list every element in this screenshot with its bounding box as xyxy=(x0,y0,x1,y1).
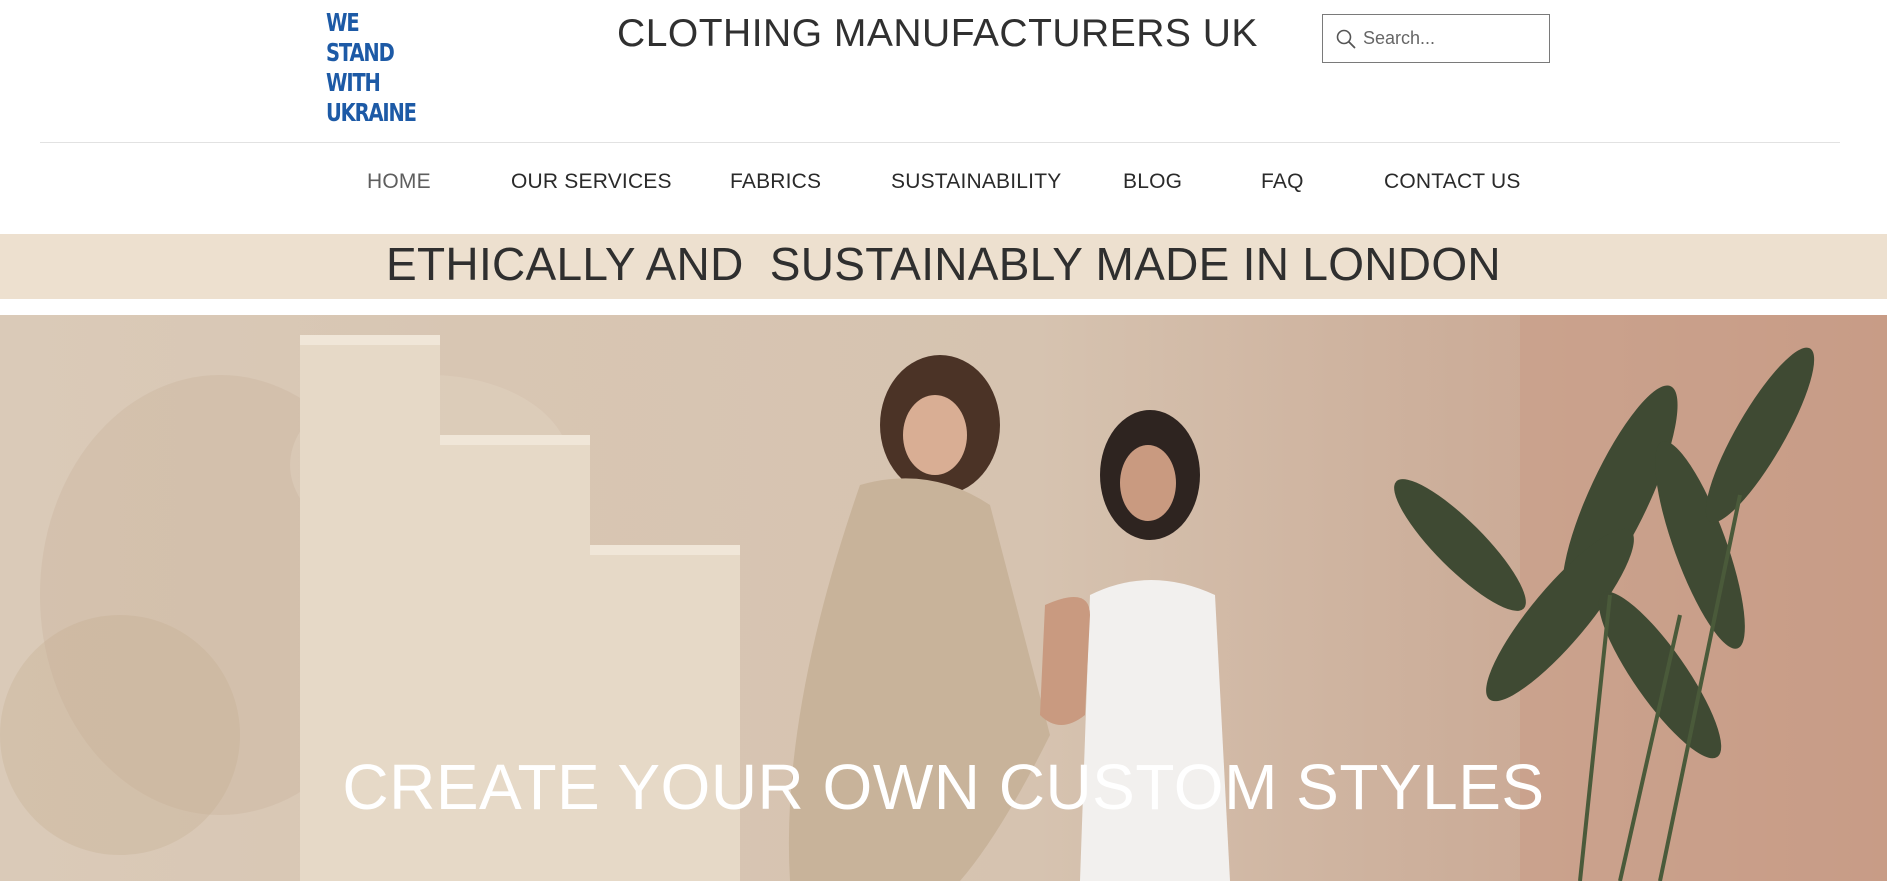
hero-section: CREATE YOUR OWN CUSTOM STYLES xyxy=(0,315,1887,881)
we-stand-with-ukraine-logo[interactable]: WE STAND WITH UKRAINE xyxy=(326,8,420,128)
nav-faq[interactable]: FAQ xyxy=(1261,170,1304,194)
search-box[interactable] xyxy=(1322,14,1595,63)
nav-contact-us[interactable]: CONTACT US xyxy=(1384,170,1521,194)
nav-fabrics[interactable]: FABRICS xyxy=(730,170,821,194)
search-icon xyxy=(1335,28,1357,50)
nav-our-services[interactable]: OUR SERVICES xyxy=(511,170,672,194)
tagline-text: ETHICALLY AND SUSTAINABLY MADE IN LONDON xyxy=(386,238,1501,290)
nav-blog[interactable]: BLOG xyxy=(1123,170,1182,194)
tagline-banner: ETHICALLY AND SUSTAINABLY MADE IN LONDON xyxy=(0,234,1887,299)
main-nav: HOME OUR SERVICES FABRICS SUSTAINABILITY… xyxy=(0,170,1887,210)
site-header: WE STAND WITH UKRAINE CLOTHING MANUFACTU… xyxy=(0,0,1887,234)
search-input[interactable] xyxy=(1363,18,1595,59)
site-title[interactable]: CLOTHING MANUFACTURERS UK xyxy=(600,12,1275,56)
nav-home[interactable]: HOME xyxy=(367,170,431,194)
nav-sustainability[interactable]: SUSTAINABILITY xyxy=(891,170,1061,194)
header-divider xyxy=(40,142,1840,143)
logo-line-3: UKRAINE xyxy=(326,98,417,127)
logo-line-1: WE STAND xyxy=(326,8,395,67)
hero-caption: CREATE YOUR OWN CUSTOM STYLES xyxy=(342,751,1545,823)
logo-line-2: WITH xyxy=(326,68,381,97)
